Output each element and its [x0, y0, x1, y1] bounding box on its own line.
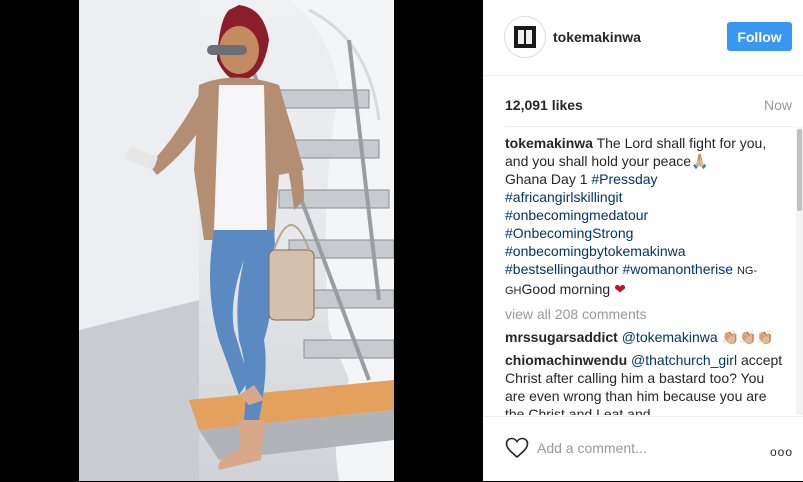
- more-options-icon[interactable]: ooo: [770, 445, 793, 459]
- follow-button[interactable]: Follow: [727, 22, 792, 51]
- avatar-logo-icon: [505, 17, 545, 57]
- hashtag-link[interactable]: #bestsellingauthor: [505, 261, 619, 277]
- hashtag-link[interactable]: #Pressday: [591, 171, 657, 187]
- caption-end: Good morning: [521, 281, 611, 297]
- post-sidebar: tokemakinwa Follow 12,091 likes Now toke…: [483, 0, 803, 481]
- hashtag-link[interactable]: #womanontherise: [623, 261, 734, 277]
- post-header: tokemakinwa Follow: [483, 0, 803, 76]
- comment-username[interactable]: chiomachinwendu: [505, 352, 627, 368]
- caption-line2: Ghana Day 1: [505, 171, 588, 187]
- photo-pane: [0, 0, 483, 481]
- view-all-comments-link[interactable]: view all 208 comments: [505, 305, 787, 323]
- comment-username[interactable]: mrssugarsaddict: [505, 329, 618, 345]
- hashtag-link[interactable]: #onbecomingbytokemakinwa: [505, 243, 686, 259]
- likes-count[interactable]: 12,091 likes: [505, 97, 583, 113]
- hashtag-link[interactable]: #onbecomingmedatour: [505, 207, 648, 223]
- post-photo[interactable]: [79, 0, 394, 481]
- heart-emoji-icon: ❤: [614, 281, 626, 297]
- hashtag-link[interactable]: #africangirlskillingit: [505, 189, 623, 205]
- heart-outline-icon: [505, 437, 529, 459]
- praying-emoji-icon: 🙏🏼: [691, 153, 709, 169]
- caption: tokemakinwa The Lord shall fight for you…: [505, 134, 787, 300]
- comment-item: chiomachinwendu @thatchurch_girl accept …: [505, 351, 787, 415]
- comments-scrollbar[interactable]: [796, 127, 803, 415]
- scrollbar-thumb[interactable]: [797, 129, 802, 211]
- like-button[interactable]: [505, 437, 529, 464]
- clapping-emoji-icon: 👏🏼👏🏼👏🏼: [721, 329, 774, 345]
- hashtag-link[interactable]: #OnbecomingStrong: [505, 225, 633, 241]
- comment-mention[interactable]: @thatchurch_girl: [631, 352, 737, 368]
- comment-item: mrssugarsaddict @tokemakinwa 👏🏼👏🏼👏🏼: [505, 328, 787, 346]
- add-comment-input[interactable]: [535, 439, 759, 457]
- caption-username[interactable]: tokemakinwa: [505, 135, 593, 151]
- post-time[interactable]: Now: [764, 97, 792, 113]
- post-photo-illustration: [79, 0, 394, 481]
- divider: [505, 126, 793, 127]
- comments-list: tokemakinwa The Lord shall fight for you…: [505, 134, 787, 415]
- avatar[interactable]: [504, 16, 546, 58]
- post-username[interactable]: tokemakinwa: [553, 29, 641, 45]
- comment-mention[interactable]: @tokemakinwa: [622, 329, 718, 345]
- add-comment-bar: ooo: [483, 416, 803, 482]
